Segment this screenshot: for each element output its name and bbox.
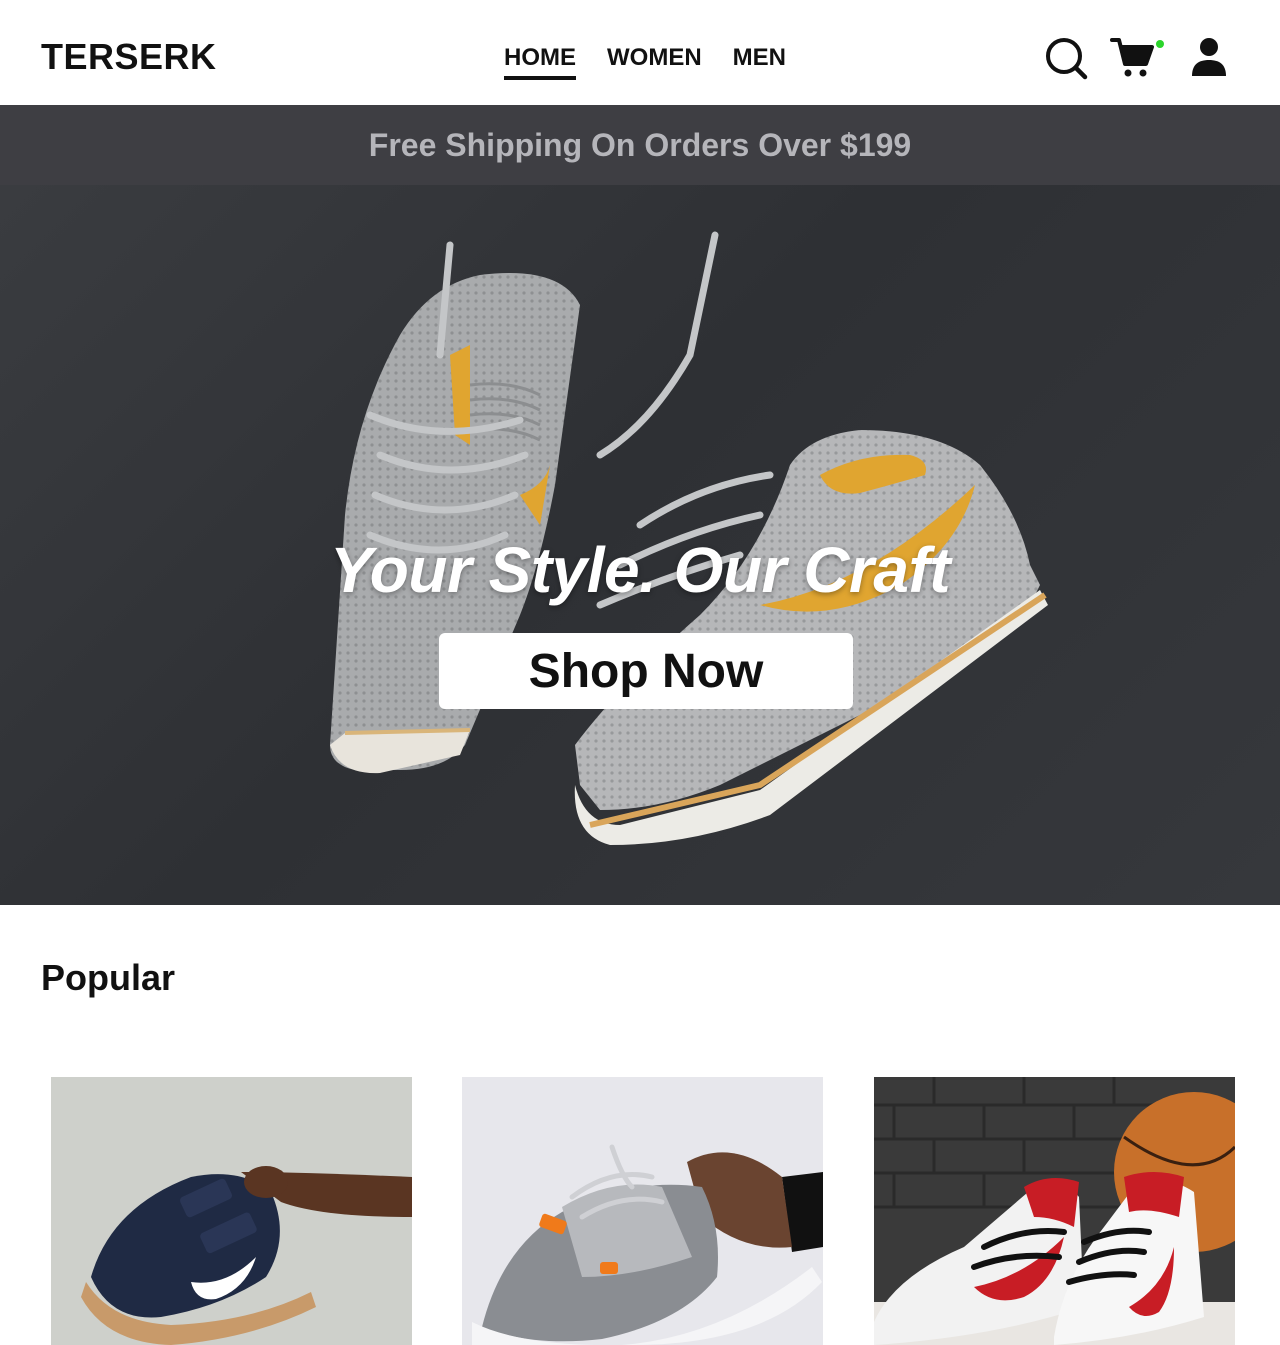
hero-title: Your Style. Our Craft xyxy=(329,534,951,606)
grey-white-sneaker-image xyxy=(462,1077,823,1345)
promo-text: Free Shipping On Orders Over $199 xyxy=(368,126,912,163)
main-nav: HOME WOMEN MEN xyxy=(504,44,786,80)
navy-sneaker-image xyxy=(51,1077,412,1345)
product-card-2[interactable] xyxy=(462,1077,823,1345)
hero-banner: Your Style. Our Craft Shop Now xyxy=(0,185,1280,905)
search-icon[interactable] xyxy=(1044,36,1088,85)
popular-section-title: Popular xyxy=(41,957,176,998)
header-actions xyxy=(1044,36,1244,82)
nav-item-men[interactable]: MEN xyxy=(733,44,786,80)
nav-item-women[interactable]: WOMEN xyxy=(607,44,702,80)
nav-item-home[interactable]: HOME xyxy=(504,44,576,80)
shop-now-button[interactable]: Shop Now xyxy=(439,633,853,709)
site-logo[interactable]: TERSERK xyxy=(41,36,217,78)
white-red-sneaker-image xyxy=(874,1077,1235,1345)
product-card-3[interactable] xyxy=(874,1077,1235,1345)
promo-banner: Free Shipping On Orders Over $199 xyxy=(0,105,1280,185)
product-card-1[interactable] xyxy=(51,1077,412,1345)
cart-icon[interactable] xyxy=(1110,36,1156,85)
cart-indicator-dot xyxy=(1156,40,1164,48)
site-header: TERSERK HOME WOMEN MEN xyxy=(0,0,1280,105)
user-icon[interactable] xyxy=(1189,36,1229,83)
